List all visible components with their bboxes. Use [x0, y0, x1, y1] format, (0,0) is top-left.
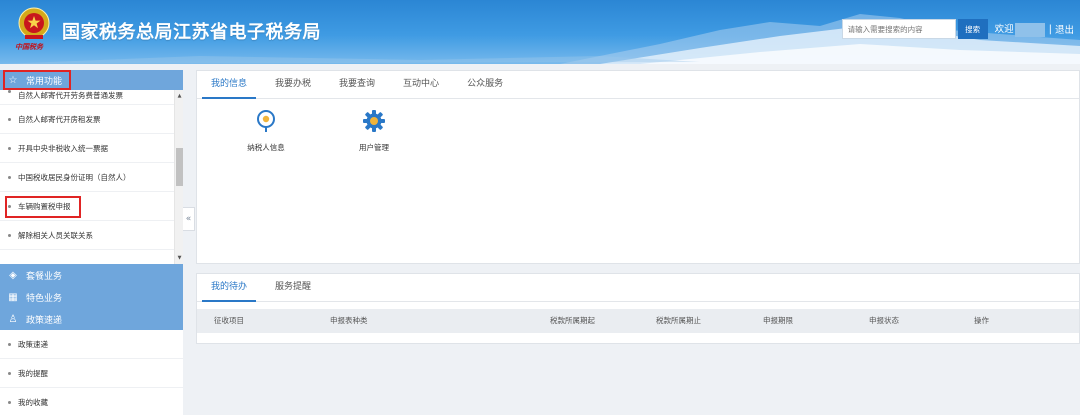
- sidebar-scrollbar[interactable]: ▲ ▼: [174, 90, 183, 264]
- user-management-gear-icon: [363, 110, 385, 132]
- app-header: 中国税务 国家税务总局江苏省电子税务局 搜索 欢迎 | 退出: [0, 0, 1080, 64]
- tab-my-info[interactable]: 我的信息: [202, 71, 257, 99]
- header-actions: 搜索 欢迎 | 退出: [841, 18, 1080, 40]
- highlight-box: [5, 196, 81, 218]
- highlight-box: [3, 70, 71, 90]
- site-title: 国家税务总局江苏省电子税务局: [62, 22, 321, 43]
- tile-label: 用户管理: [359, 143, 389, 152]
- todo-panel: 我的待办 服务提醒 征收项目 申报表种类 税款所属期起 税款所属期止 申报期限 …: [196, 273, 1080, 344]
- list-item[interactable]: 开具中央非税收入统一票据: [0, 134, 174, 163]
- scroll-down-arrow-icon[interactable]: ▼: [176, 254, 183, 262]
- main-tabs: 我的信息 我要办税 我要查询 互动中心 公众服务: [197, 71, 1079, 99]
- column-header: 申报期限: [763, 316, 793, 325]
- list-item[interactable]: 中国税收居民身份证明（自然人）: [0, 163, 174, 192]
- column-header: 税款所属期起: [550, 316, 595, 325]
- tab-my-todo[interactable]: 我的待办: [202, 274, 257, 302]
- tab-tax-handling[interactable]: 我要办税: [261, 71, 325, 99]
- search-button[interactable]: 搜索: [957, 19, 988, 39]
- sidebar-group-common[interactable]: ☆ 常用功能: [0, 70, 183, 90]
- common-functions-list: 自然人邮寄代开劳务费普通发票 自然人邮寄代开房租发票 开具中央非税收入统一票据 …: [0, 90, 183, 264]
- sidebar: ☆ 常用功能 自然人邮寄代开劳务费普通发票 自然人邮寄代开房租发票 开具中央非税…: [0, 70, 183, 415]
- tile-user-management[interactable]: 用户管理: [334, 109, 414, 153]
- list-item[interactable]: 自然人邮寄代开劳务费普通发票: [0, 90, 174, 105]
- todo-tabs: 我的待办 服务提醒: [197, 274, 1079, 302]
- tax-emblem-icon: [18, 7, 50, 39]
- tile-label: 纳税人信息: [247, 143, 285, 152]
- grid-icon: ▦: [8, 291, 18, 303]
- column-header: 税款所属期止: [656, 316, 701, 325]
- list-item[interactable]: 解除相关人员关联关系: [0, 221, 174, 250]
- logo-script-text: 中国税务: [15, 42, 43, 51]
- scroll-thumb[interactable]: [176, 148, 183, 186]
- scroll-up-arrow-icon[interactable]: ▲: [176, 92, 183, 100]
- welcome-text: 欢迎: [995, 21, 1045, 37]
- tab-interaction[interactable]: 互动中心: [389, 71, 453, 99]
- tile-taxpayer-info[interactable]: 纳税人信息: [226, 109, 306, 153]
- taxpayer-info-icon: [257, 110, 275, 132]
- sidebar-group-special[interactable]: ▦ 特色业务: [0, 286, 183, 308]
- column-header: 征收项目: [214, 316, 244, 325]
- tab-service-reminder[interactable]: 服务提醒: [261, 274, 325, 302]
- list-item-vehicle-purchase-tax[interactable]: 车辆购置税申报: [0, 192, 174, 221]
- person-icon: ♙: [8, 313, 18, 325]
- function-tiles: 纳税人信息 用户管理: [197, 99, 1079, 179]
- my-info-panel: 我的信息 我要办税 我要查询 互动中心 公众服务 纳税人信息 用户管理: [196, 70, 1080, 264]
- column-header: 操作: [974, 316, 989, 325]
- sidebar-collapse-button[interactable]: «: [183, 207, 195, 231]
- user-name-redacted: [1014, 22, 1045, 37]
- logout-link[interactable]: 退出: [1055, 22, 1074, 36]
- list-item[interactable]: 政策速递: [0, 330, 183, 359]
- tab-public-service[interactable]: 公众服务: [453, 71, 517, 99]
- column-header: 申报表种类: [330, 316, 368, 325]
- layers-icon: ◈: [9, 269, 17, 281]
- sidebar-group-package[interactable]: ◈ 套餐业务: [0, 264, 183, 286]
- sidebar-group-policy[interactable]: ♙ 政策速递: [0, 308, 183, 330]
- column-header: 申报状态: [869, 316, 899, 325]
- list-item[interactable]: 我的收藏: [0, 388, 183, 415]
- search-input[interactable]: [841, 19, 956, 39]
- header-separator: |: [1048, 23, 1052, 35]
- list-item[interactable]: 我的提醒: [0, 359, 183, 388]
- tab-query[interactable]: 我要查询: [325, 71, 389, 99]
- todo-table-header: 征收项目 申报表种类 税款所属期起 税款所属期止 申报期限 申报状态 操作: [197, 309, 1079, 333]
- list-item[interactable]: 自然人邮寄代开房租发票: [0, 105, 174, 134]
